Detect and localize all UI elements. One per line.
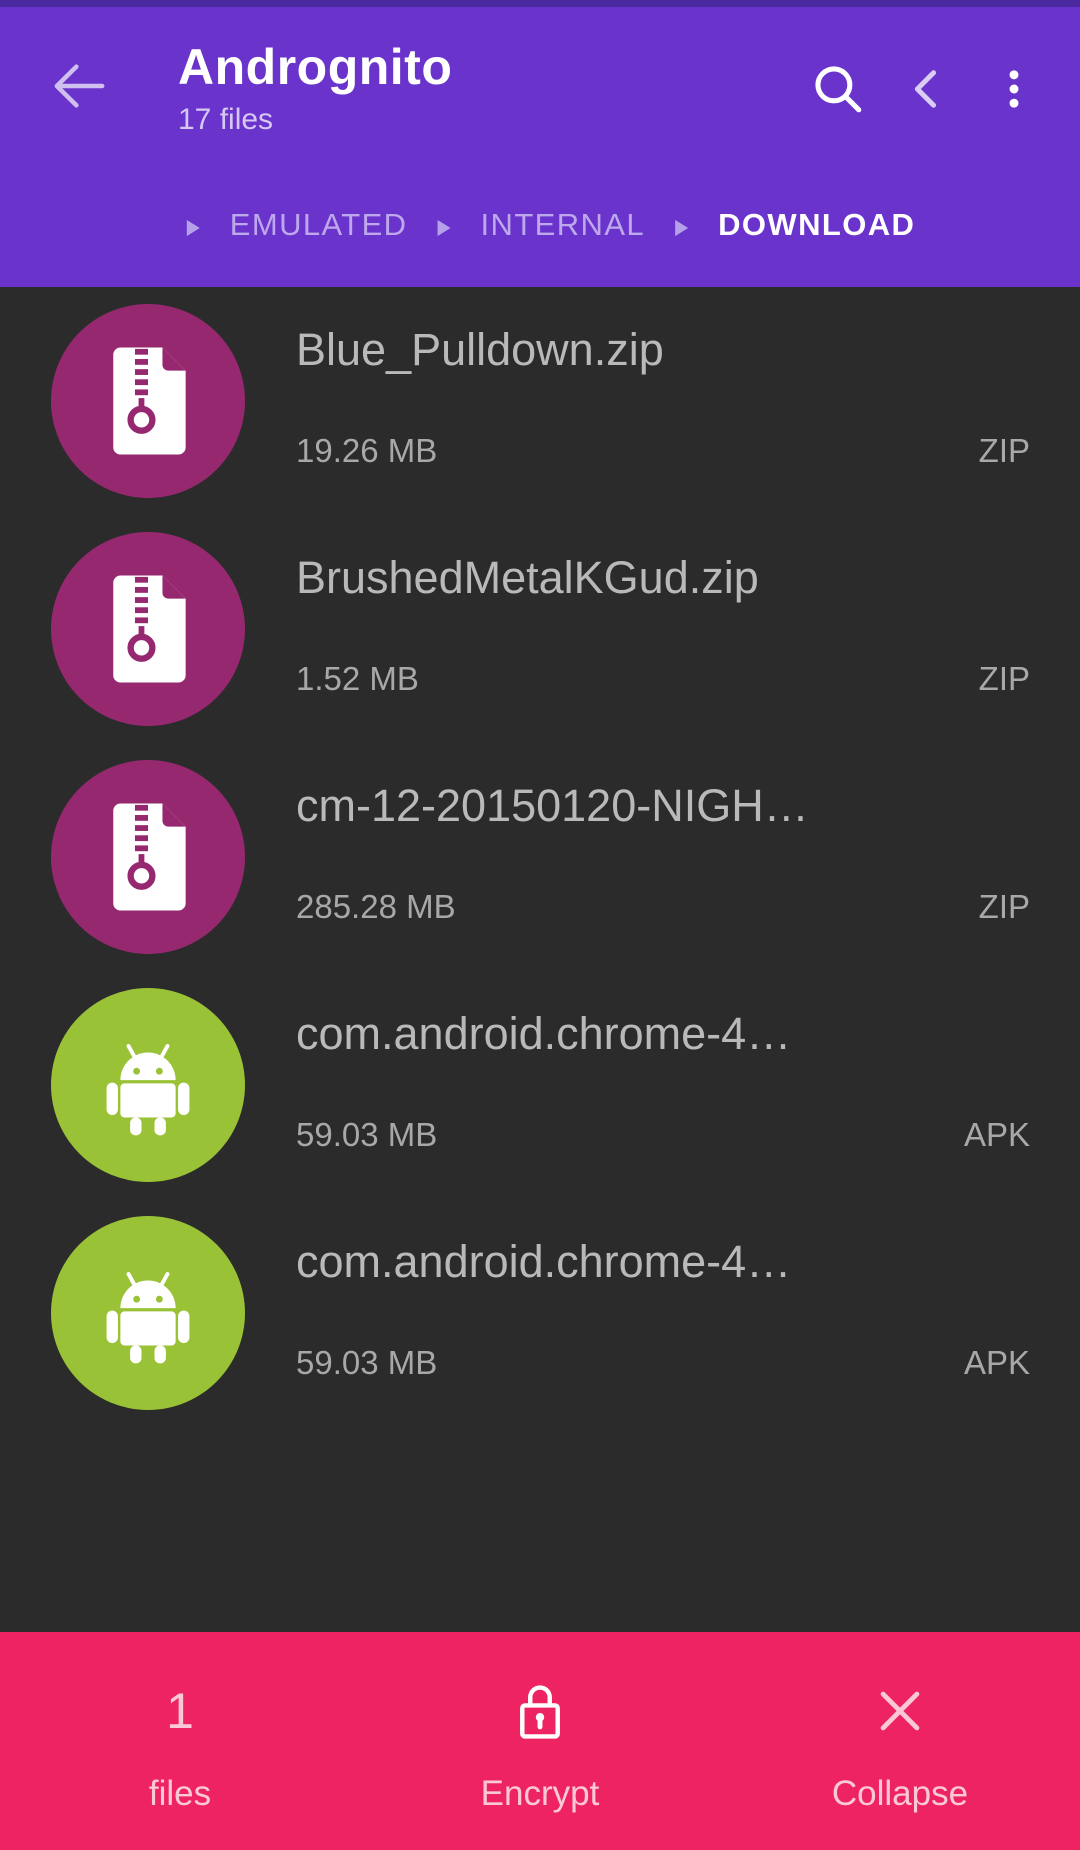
search-icon[interactable] — [794, 45, 882, 133]
app-bar: Andrognito 17 files ▸ EMULATED ▸ INTERNA… — [0, 7, 1080, 287]
selected-count-value: 1 — [166, 1682, 194, 1739]
file-name: BrushedMetalKGud.zip — [296, 552, 759, 603]
android-robot-icon — [51, 1216, 245, 1410]
title-block: Andrognito 17 files — [178, 39, 452, 136]
file-size: 285.28 MB — [296, 888, 456, 925]
bottom-action-bar: 1 files Encrypt Collapse — [0, 1632, 1080, 1850]
zip-file-icon — [51, 760, 245, 954]
file-info: cm-12-20150120-NIGH… 285.28 MB ZIP — [296, 743, 1080, 971]
file-info: com.android.chrome-4… 59.03 MB APK — [296, 971, 1080, 1199]
collapse-label: Collapse — [831, 1773, 969, 1813]
file-info: BrushedMetalKGud.zip 1.52 MB ZIP — [296, 515, 1080, 743]
file-meta: 285.28 MB ZIP — [296, 888, 1030, 926]
close-x-icon — [871, 1672, 929, 1750]
breadcrumb-separator-0: ▸ — [186, 206, 200, 244]
zip-file-icon — [51, 304, 245, 498]
table-row[interactable]: cm-12-20150120-NIGH… 285.28 MB ZIP — [0, 743, 1080, 971]
file-info: com.android.chrome-4… 59.03 MB APK — [296, 1199, 1080, 1427]
status-bar — [0, 0, 1080, 7]
file-size: 19.26 MB — [296, 432, 438, 469]
breadcrumb-separator-1: ▸ — [437, 206, 451, 244]
selected-count-button[interactable]: 1 files — [0, 1632, 360, 1850]
encrypt-button[interactable]: Encrypt — [360, 1632, 720, 1850]
file-icon-container — [0, 1216, 296, 1410]
file-icon-container — [0, 760, 296, 954]
table-row[interactable]: Blue_Pulldown.zip 19.26 MB ZIP — [0, 287, 1080, 515]
file-list[interactable]: Blue_Pulldown.zip 19.26 MB ZIP BrushedMe… — [0, 287, 1080, 1632]
file-type-badge: APK — [963, 1344, 1030, 1381]
file-icon-container — [0, 304, 296, 498]
table-row[interactable]: com.android.chrome-4… 59.03 MB APK — [0, 1199, 1080, 1427]
file-meta: 59.03 MB APK — [296, 1344, 1030, 1382]
file-name: com.android.chrome-4… — [296, 1236, 792, 1287]
file-meta: 19.26 MB ZIP — [296, 432, 1030, 470]
collapse-button[interactable]: Collapse — [720, 1632, 1080, 1850]
selected-count-value-wrap: 1 — [166, 1672, 194, 1750]
breadcrumb-separator-2: ▸ — [675, 206, 689, 244]
file-name: com.android.chrome-4… — [296, 1008, 792, 1059]
file-type-badge: APK — [963, 1116, 1030, 1153]
file-icon-container — [0, 988, 296, 1182]
breadcrumb-item-internal[interactable]: INTERNAL — [477, 207, 650, 243]
file-name: cm-12-20150120-NIGH… — [296, 780, 809, 831]
page-title: Andrognito — [178, 39, 453, 95]
table-row[interactable]: com.android.chrome-4… 59.03 MB APK — [0, 971, 1080, 1199]
file-size: 59.03 MB — [296, 1116, 438, 1153]
overflow-menu-icon[interactable] — [970, 45, 1058, 133]
file-icon-container — [0, 532, 296, 726]
breadcrumb-item-download[interactable]: DOWNLOAD — [714, 207, 919, 243]
table-row[interactable]: BrushedMetalKGud.zip 1.52 MB ZIP — [0, 515, 1080, 743]
file-size: 1.52 MB — [296, 660, 419, 697]
back-arrow-icon[interactable] — [48, 55, 110, 117]
zip-file-icon — [51, 532, 245, 726]
app-bar-actions — [794, 45, 1080, 133]
file-type-badge: ZIP — [978, 660, 1030, 697]
selected-count-label: files — [148, 1773, 212, 1813]
file-type-badge: ZIP — [978, 432, 1030, 469]
app-screen: Andrognito 17 files ▸ EMULATED ▸ INTERNA… — [0, 0, 1080, 1850]
file-meta: 1.52 MB ZIP — [296, 660, 1030, 698]
breadcrumb-item-emulated[interactable]: EMULATED — [226, 207, 412, 243]
file-count-subtitle: 17 files — [178, 102, 274, 136]
android-robot-icon — [51, 988, 245, 1182]
app-bar-top-row: Andrognito 17 files — [0, 7, 1080, 177]
breadcrumb: ▸ EMULATED ▸ INTERNAL ▸ DOWNLOAD — [0, 187, 1080, 263]
file-type-badge: ZIP — [978, 888, 1030, 925]
file-meta: 59.03 MB APK — [296, 1116, 1030, 1154]
lock-icon — [513, 1672, 567, 1750]
file-size: 59.03 MB — [296, 1344, 438, 1381]
file-info: Blue_Pulldown.zip 19.26 MB ZIP — [296, 287, 1080, 515]
chevron-left-icon[interactable] — [882, 45, 970, 133]
encrypt-label: Encrypt — [480, 1773, 600, 1813]
file-name: Blue_Pulldown.zip — [296, 324, 664, 375]
